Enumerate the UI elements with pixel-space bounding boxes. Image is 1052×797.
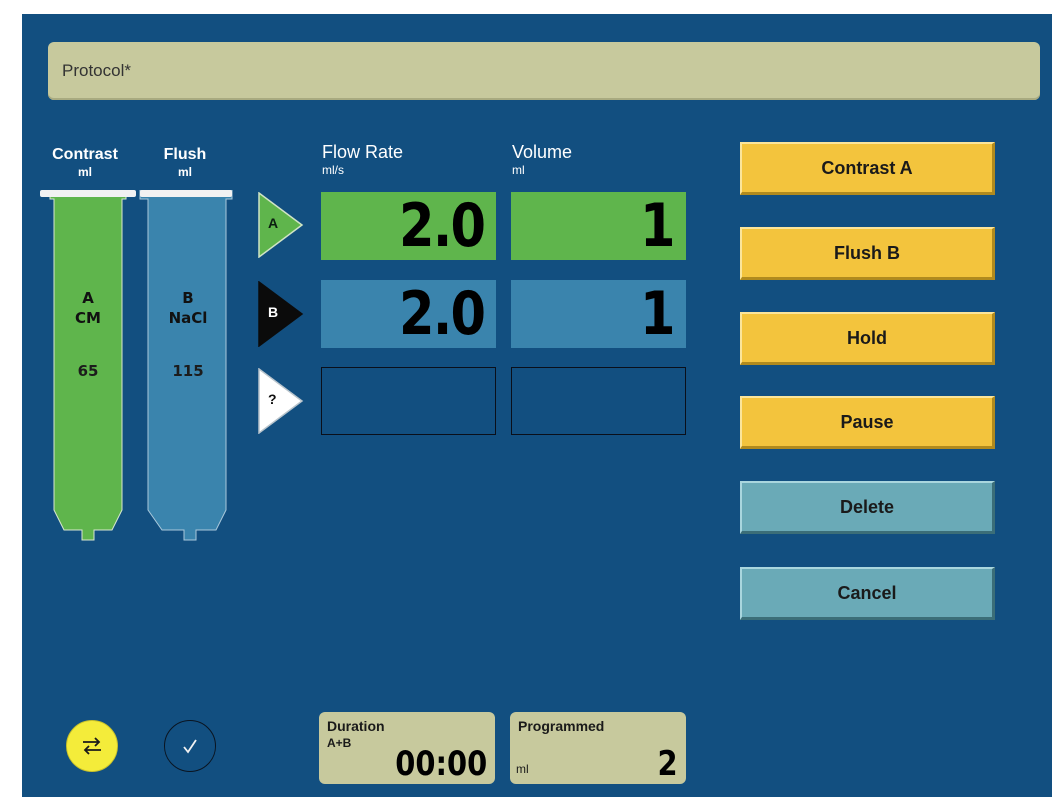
- flush-header-label: Flush: [163, 146, 207, 163]
- phase-b-volume[interactable]: 1: [511, 280, 686, 348]
- flush-syringe[interactable]: B NaCl 115: [138, 190, 234, 550]
- phase-new-flow-rate[interactable]: [321, 367, 496, 435]
- flow-rate-header: Flow Rate ml/s: [322, 142, 403, 177]
- swap-button[interactable]: [66, 720, 118, 772]
- volume-header-unit: ml: [512, 163, 525, 177]
- phase-new-volume[interactable]: [511, 367, 686, 435]
- checkmark-icon: [183, 739, 197, 754]
- swap-arrows-icon: [83, 737, 101, 755]
- hold-button[interactable]: Hold: [740, 312, 995, 365]
- contrast-syringe-labels: A CM: [40, 288, 136, 328]
- cancel-button[interactable]: Cancel: [740, 567, 995, 620]
- phase-a-volume[interactable]: 1: [511, 192, 686, 260]
- duration-value: 00:00: [395, 744, 487, 784]
- contrast-a-button[interactable]: Contrast A: [740, 142, 995, 195]
- phase-new-marker[interactable]: ?: [258, 367, 304, 435]
- programmed-unit: ml: [516, 762, 529, 776]
- duration-sub-label: A+B: [327, 736, 352, 750]
- programmed-panel: Programmed ml 2: [510, 712, 686, 784]
- phase-a-volume-value: 1: [640, 191, 675, 261]
- programmed-value: 2: [657, 744, 678, 784]
- phase-a-marker-label: A: [268, 215, 279, 231]
- flush-b-button[interactable]: Flush B: [740, 227, 995, 280]
- duration-label: Duration: [327, 718, 385, 734]
- contrast-remaining-volume: 65: [77, 362, 99, 380]
- contrast-syringe-cap: [40, 190, 136, 197]
- phase-a-arrow-icon: [258, 191, 304, 259]
- contrast-syringe[interactable]: A CM 65: [40, 190, 136, 550]
- volume-header: Volume ml: [512, 142, 572, 177]
- phase-b-flow-rate-value: 2.0: [398, 279, 486, 349]
- contrast-syringe-letter: A: [82, 289, 94, 307]
- phase-b-arrow-icon: [258, 280, 304, 348]
- protocol-title-bar[interactable]: Protocol*: [48, 42, 1040, 100]
- protocol-title: Protocol*: [62, 61, 131, 80]
- duration-panel: Duration A+B 00:00: [319, 712, 495, 784]
- flow-rate-header-unit: ml/s: [322, 163, 344, 177]
- phase-new-marker-label: ?: [268, 391, 277, 407]
- confirm-button[interactable]: [164, 720, 216, 772]
- flush-header-unit: ml: [177, 165, 192, 179]
- phase-b-volume-value: 1: [640, 279, 675, 349]
- phase-new-arrow-icon: [258, 367, 304, 435]
- contrast-header-label: Contrast: [52, 146, 118, 163]
- delete-button[interactable]: Delete: [740, 481, 995, 534]
- contrast-header-unit: ml: [77, 165, 92, 179]
- phase-a-flow-rate[interactable]: 2.0: [321, 192, 496, 260]
- contrast-syringe-agent: CM: [75, 309, 101, 327]
- volume-header-label: Volume: [512, 142, 573, 162]
- phase-a-marker[interactable]: A: [258, 191, 304, 259]
- phase-b-flow-rate[interactable]: 2.0: [321, 280, 496, 348]
- pause-button[interactable]: Pause: [740, 396, 995, 449]
- flow-rate-header-label: Flow Rate: [322, 142, 404, 162]
- flush-header: Flush ml: [140, 146, 230, 179]
- contrast-header: Contrast ml: [40, 146, 130, 179]
- flush-syringe-labels: B NaCl: [140, 288, 236, 328]
- phase-b-marker-label: B: [268, 304, 279, 320]
- flush-remaining-volume: 115: [172, 362, 204, 380]
- programmed-label: Programmed: [518, 718, 605, 734]
- flush-syringe-letter: B: [182, 289, 194, 307]
- phase-b-marker[interactable]: B: [258, 280, 304, 348]
- phase-a-flow-rate-value: 2.0: [398, 191, 486, 261]
- flush-syringe-cap: [140, 190, 232, 197]
- flush-syringe-agent: NaCl: [168, 309, 208, 327]
